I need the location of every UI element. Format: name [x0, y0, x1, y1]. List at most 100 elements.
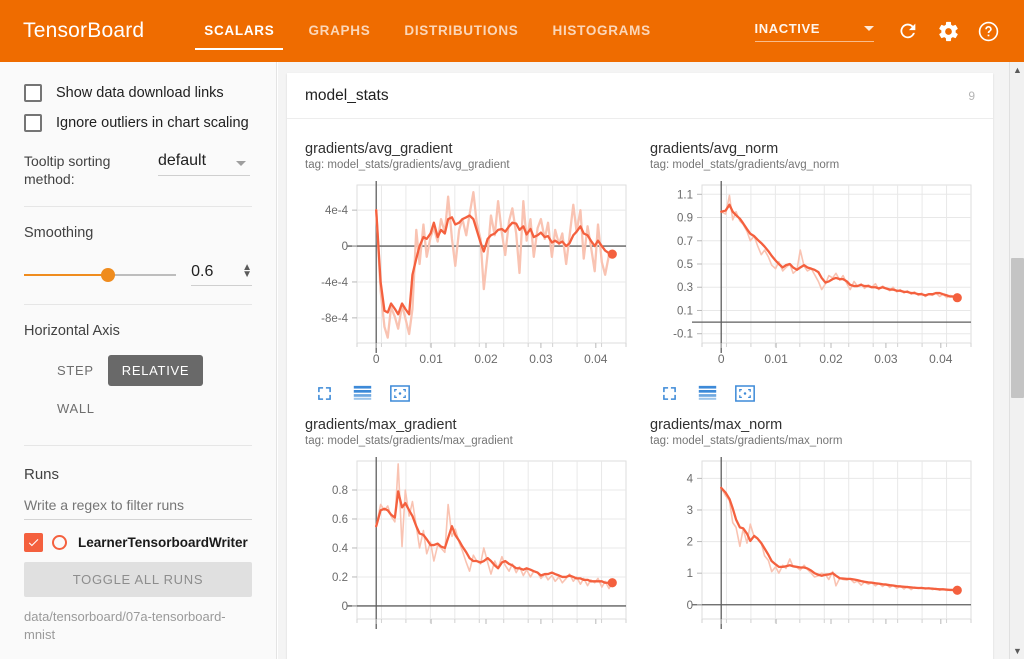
horizontal-axis-title: Horizontal Axis [24, 323, 120, 340]
model-stats-card: model_stats 9 gradients/avg_gradient tag:… [287, 73, 993, 659]
smoothing-section-title: Smoothing [24, 225, 94, 242]
checkbox-ignore-outliers[interactable] [24, 114, 42, 132]
smoothing-value-field[interactable]: 0.6 ▲ ▼ [191, 263, 252, 287]
vertical-scrollbar[interactable]: ▲ ▼ [1009, 62, 1024, 659]
toggle-all-runs-button[interactable]: TOGGLE ALL RUNS [24, 562, 252, 598]
tooltip-sorting-row: Tooltip sorting method: default [24, 152, 252, 188]
chart-title: gradients/avg_norm [650, 141, 779, 157]
svg-text:3: 3 [687, 505, 693, 517]
tab-histograms[interactable]: HISTOGRAMS [536, 0, 668, 62]
slider-knob[interactable] [101, 267, 115, 282]
runs-filter-input[interactable] [24, 497, 252, 521]
help-button[interactable] [968, 11, 1008, 51]
chart-title: gradients/max_gradient [305, 417, 457, 433]
run-color-swatch-icon [52, 535, 67, 551]
expand-icon[interactable] [389, 383, 411, 403]
svg-text:0.1: 0.1 [677, 305, 693, 317]
dropdown-underline [754, 40, 874, 42]
app-brand-title: TensorBoard [23, 19, 145, 42]
svg-text:0: 0 [342, 241, 348, 253]
tab-distributions[interactable]: DISTRIBUTIONS [387, 0, 535, 62]
svg-text:1: 1 [687, 568, 693, 580]
scroll-down-arrow-icon[interactable]: ▼ [1010, 643, 1024, 659]
reload-status-dropdown[interactable]: INACTIVE [754, 20, 874, 42]
fit-domain-icon[interactable] [658, 383, 680, 403]
chart-cell-gradients-avg-norm: gradients/avg_norm tag: model_stats/gradi… [644, 131, 989, 407]
chart-cell-gradients-max-norm: gradients/max_norm tag: model_stats/gradi… [644, 407, 989, 657]
checkbox-download-links[interactable] [24, 84, 42, 102]
svg-text:0: 0 [718, 352, 725, 366]
checkbox-row-download-links[interactable]: Show data download links [24, 78, 252, 108]
run-name-label: LearnerTensorboardWriter [78, 535, 248, 551]
chart-title: gradients/avg_gradient [305, 141, 453, 157]
svg-text:1.1: 1.1 [677, 189, 693, 201]
tab-graphs[interactable]: GRAPHS [291, 0, 387, 62]
tooltip-sorting-label: Tooltip sorting method: [24, 153, 111, 188]
svg-text:-4e-4: -4e-4 [321, 277, 348, 289]
fit-domain-icon[interactable] [313, 383, 335, 403]
horizontal-axis-options: STEP RELATIVE WALL [24, 351, 252, 427]
settings-button[interactable] [928, 11, 968, 51]
chart-grid: gradients/avg_gradient tag: model_stats/g… [287, 119, 993, 657]
runs-log-path: data/tensorboard/07a-tensorboard-mnist [24, 609, 226, 642]
chevron-down-icon [864, 25, 874, 31]
svg-text:0.4: 0.4 [332, 543, 349, 555]
main-content-area: model_stats 9 gradients/avg_gradient tag:… [278, 62, 1009, 659]
axis-option-wall[interactable]: WALL [43, 393, 109, 424]
checkbox-row-ignore-outliers[interactable]: Ignore outliers in chart scaling [24, 108, 252, 138]
chevron-down-icon [236, 161, 246, 166]
tooltip-sorting-select[interactable]: default [158, 152, 250, 176]
chart-controls [305, 383, 638, 403]
svg-text:0.2: 0.2 [332, 572, 348, 584]
chart-plot[interactable]: 4 3 2 1 0 [650, 453, 983, 653]
svg-text:0.7: 0.7 [677, 236, 693, 248]
checkbox-label-download-links: Show data download links [56, 85, 224, 101]
svg-text:0.02: 0.02 [474, 352, 498, 366]
chart-tag: tag: model_stats/gradients/max_norm [650, 435, 843, 447]
svg-text:0.04: 0.04 [929, 352, 953, 366]
smoothing-stepper[interactable]: ▲ ▼ [242, 263, 252, 280]
svg-text:0.9: 0.9 [677, 213, 693, 225]
card-chart-count: 9 [968, 88, 975, 103]
svg-text:0: 0 [687, 600, 693, 612]
run-checkbox[interactable] [24, 533, 43, 553]
chart-tag: tag: model_stats/gradients/avg_norm [650, 159, 840, 171]
svg-text:0.04: 0.04 [584, 352, 608, 366]
axis-option-relative[interactable]: RELATIVE [107, 354, 204, 386]
run-item-learner[interactable]: LearnerTensorboardWriter [24, 533, 252, 553]
svg-text:-0.1: -0.1 [673, 329, 693, 341]
chart-plot[interactable]: 0.8 0.6 0.4 0.2 0 [305, 453, 638, 653]
svg-text:0.03: 0.03 [874, 352, 898, 366]
status-label: INACTIVE [754, 20, 820, 36]
data-series-icon[interactable] [351, 383, 373, 403]
card-title: model_stats [305, 86, 389, 104]
input-underline [191, 285, 252, 287]
svg-text:0.01: 0.01 [419, 352, 443, 366]
divider [24, 206, 252, 208]
scrollbar-thumb[interactable] [1011, 258, 1024, 398]
refresh-button[interactable] [888, 11, 928, 51]
svg-text:0.03: 0.03 [529, 352, 553, 366]
svg-text:4: 4 [687, 473, 694, 485]
svg-text:4e-4: 4e-4 [325, 205, 349, 217]
checkbox-label-ignore-outliers: Ignore outliers in chart scaling [56, 115, 249, 131]
chart-cell-gradients-max-gradient: gradients/max_gradient tag: model_stats/g… [299, 407, 644, 657]
chart-plot[interactable]: 1.1 0.9 0.7 0.5 0.3 0.1 -0.1 0 0.01 0.02 0.03 0.04 [650, 177, 983, 377]
data-series-icon[interactable] [696, 383, 718, 403]
scroll-up-arrow-icon[interactable]: ▲ [1010, 62, 1024, 78]
svg-text:0.6: 0.6 [332, 514, 348, 526]
chart-plot[interactable]: 4e-4 0 -4e-4 -8e-4 0 0.01 0.02 0.03 0.04 [305, 177, 638, 377]
svg-text:0.01: 0.01 [764, 352, 788, 366]
tab-scalars[interactable]: SCALARS [187, 0, 291, 62]
stepper-down-icon[interactable]: ▼ [242, 270, 252, 280]
card-header[interactable]: model_stats 9 [287, 73, 993, 119]
refresh-icon [900, 23, 916, 39]
runs-section-title: Runs [24, 466, 60, 484]
axis-option-step[interactable]: STEP [43, 355, 108, 386]
chart-tag: tag: model_stats/gradients/max_gradient [305, 435, 513, 447]
select-underline [158, 175, 250, 176]
smoothing-slider[interactable] [24, 267, 176, 282]
svg-text:-8e-4: -8e-4 [321, 313, 348, 325]
svg-text:0: 0 [342, 601, 348, 613]
expand-icon[interactable] [734, 383, 756, 403]
